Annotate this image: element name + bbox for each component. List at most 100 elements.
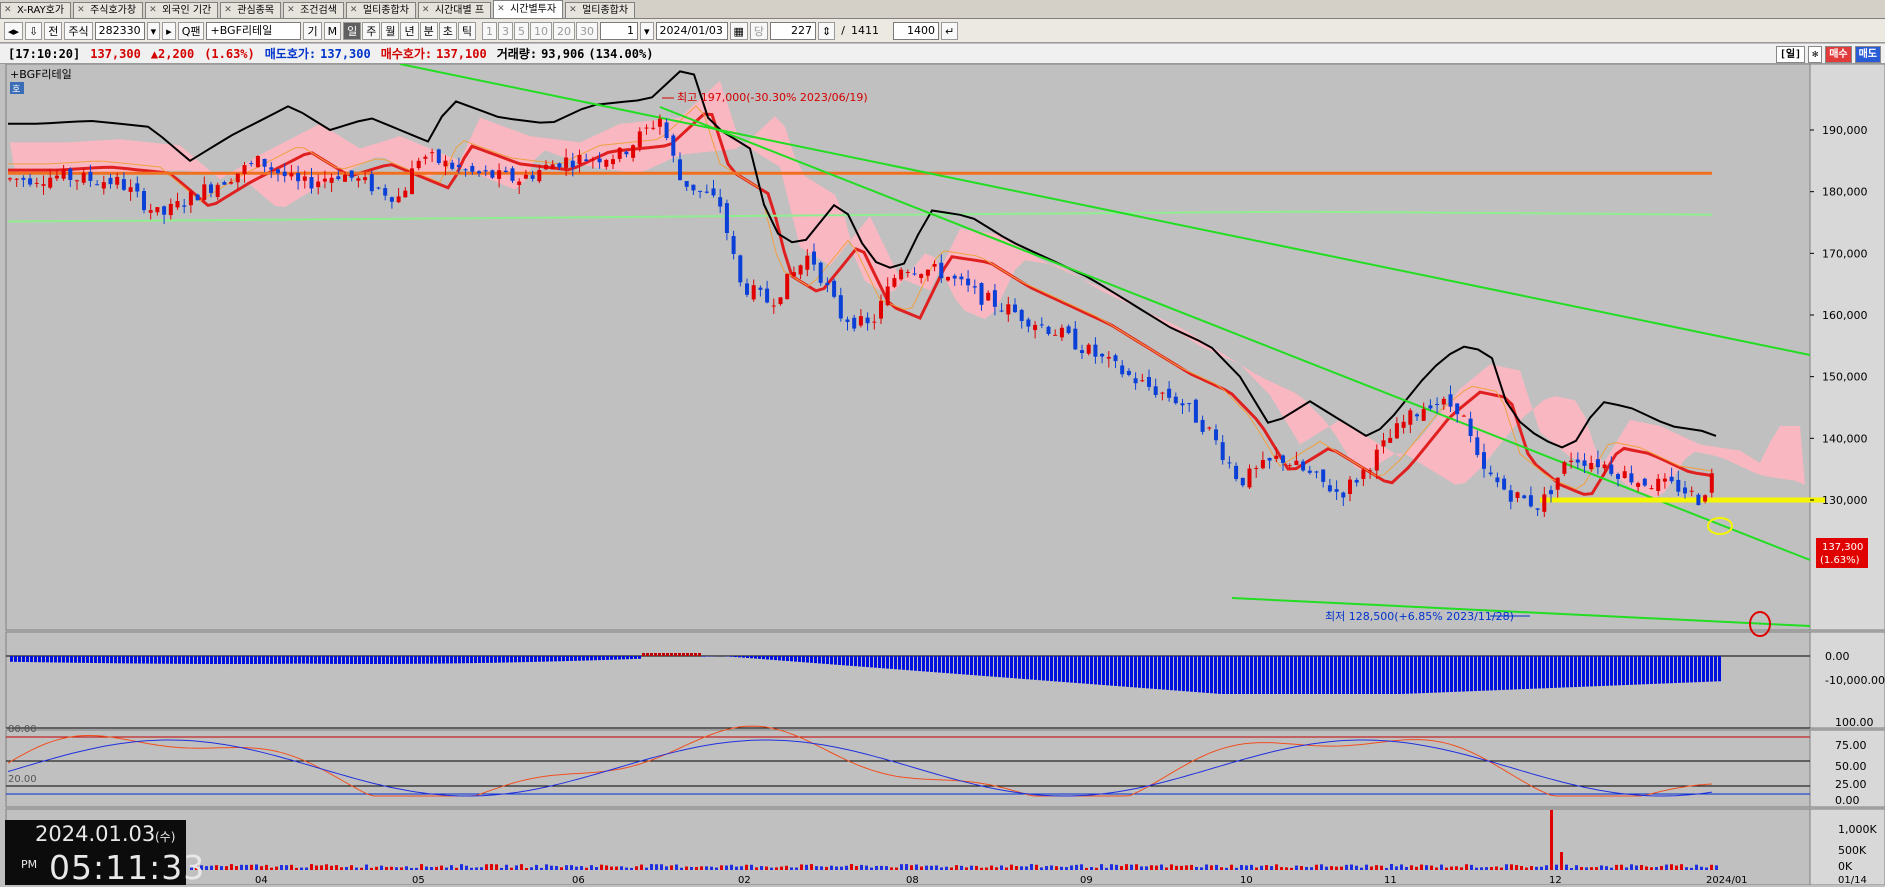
tab-4[interactable]: ✕조건검색 [283, 2, 344, 18]
tab-5[interactable]: ✕멀티종합차 [346, 2, 416, 18]
tab-close-icon[interactable]: ✕ [4, 3, 12, 18]
candle-body [15, 179, 19, 180]
candle-body [1482, 452, 1486, 469]
minute-0[interactable]: 1 [482, 22, 497, 40]
volume-bar [310, 864, 313, 870]
macd-bar [538, 656, 541, 662]
volume-bar [955, 865, 958, 870]
tab-8[interactable]: ✕멀티종합차 [565, 2, 635, 18]
buy-button[interactable]: 매수 [1825, 46, 1851, 63]
volume-bar [225, 866, 228, 870]
tab-close-icon[interactable]: ✕ [287, 3, 295, 18]
volume-bar [475, 867, 478, 870]
btn-gi[interactable]: 기 [303, 22, 321, 40]
volume-bar [1505, 864, 1508, 870]
candle-body [872, 322, 876, 323]
macd-bar [550, 656, 553, 661]
volume-bar [1625, 867, 1628, 870]
macd-bar [554, 656, 557, 661]
stock-name-field[interactable]: +BGF리테일 [206, 22, 301, 40]
candle-body [712, 188, 716, 195]
tab-close-icon[interactable]: ✕ [224, 3, 232, 18]
tab-close-icon[interactable]: ✕ [497, 1, 505, 18]
apply-icon[interactable]: ↵ [941, 22, 958, 40]
btn-m[interactable]: M [324, 22, 342, 40]
tab-3[interactable]: ✕관심종목 [220, 2, 281, 18]
volume-bar [250, 865, 253, 870]
macd-bar [1446, 656, 1449, 692]
chart-toolbar: ◂▸ ⇩ 전 주식 282330 ▾ ▸ Q팬 +BGF리테일 기 M 일주월년… [0, 19, 1885, 43]
chart-area[interactable]: 190,000180,000170,000160,000150,000140,0… [0, 64, 1885, 885]
volume-bar [1420, 865, 1423, 870]
macd-bar [254, 656, 257, 664]
candle-body [1194, 400, 1198, 423]
volume-bar [1550, 810, 1553, 870]
btn-dang[interactable]: 당 [750, 22, 768, 40]
tab-close-icon[interactable]: ✕ [149, 3, 157, 18]
btn-jeon[interactable]: 전 [44, 22, 62, 40]
volume-bar [215, 865, 218, 870]
stock-code-input[interactable]: 282330 [95, 22, 145, 40]
search-button[interactable]: Q팬 [178, 22, 205, 40]
tab-close-icon[interactable]: ✕ [569, 3, 577, 18]
minute-5[interactable]: 30 [576, 22, 598, 40]
calendar-icon[interactable]: ▦ [730, 22, 748, 40]
volume-bar [380, 866, 383, 870]
tab-close-icon[interactable]: ✕ [350, 3, 358, 18]
volume-bar [1665, 865, 1668, 870]
period-2[interactable]: 월 [381, 22, 399, 40]
macd-bar [1042, 656, 1045, 680]
period-4[interactable]: 분 [420, 22, 438, 40]
date-input[interactable]: 2024/01/03 [656, 22, 728, 40]
settings-icon[interactable]: ✻ [1808, 46, 1822, 63]
sell-button[interactable]: 매도 [1855, 46, 1881, 63]
interval-input[interactable]: 1 [600, 22, 638, 40]
volume-bar [375, 867, 378, 870]
minute-2[interactable]: 5 [514, 22, 529, 40]
period-5[interactable]: 초 [439, 22, 457, 40]
tab-0[interactable]: ✕X-RAY호가 [0, 2, 71, 18]
macd-bar [1630, 656, 1633, 685]
tab-7[interactable]: ✕시간별투자 [493, 0, 563, 18]
market-select[interactable]: 주식 [64, 22, 92, 40]
minute-4[interactable]: 20 [553, 22, 575, 40]
count-spinner-icon[interactable]: ⇕ [818, 22, 835, 40]
day-button[interactable]: [일] [1776, 46, 1805, 63]
macd-bar [730, 656, 733, 657]
next-icon[interactable]: ▸ [162, 22, 176, 40]
candle-body [95, 184, 99, 185]
candle-body [504, 171, 508, 172]
volume-bar [1595, 867, 1598, 870]
candle-body [939, 263, 943, 278]
candle-body [892, 278, 896, 287]
macd-bar [642, 653, 645, 656]
period-3[interactable]: 년 [400, 22, 418, 40]
candle-body [1650, 488, 1654, 489]
volume-bar [765, 867, 768, 870]
chart-menu-icon[interactable]: ◂▸ [4, 22, 23, 40]
minute-1[interactable]: 3 [498, 22, 513, 40]
macd-bar [746, 656, 749, 658]
period-1[interactable]: 주 [362, 22, 380, 40]
macd-bar [938, 656, 941, 673]
volume-bar [770, 868, 773, 870]
macd-bar [26, 656, 29, 662]
minute-3[interactable]: 10 [530, 22, 552, 40]
tab-1[interactable]: ✕주식호가창 [73, 2, 143, 18]
interval-dropdown-icon[interactable]: ▾ [640, 22, 654, 40]
tab-close-icon[interactable]: ✕ [77, 3, 85, 18]
period-6[interactable]: 틱 [458, 22, 476, 40]
volume-bar [410, 868, 413, 870]
period-0[interactable]: 일 [343, 22, 361, 40]
save-icon[interactable]: ⇩ [25, 22, 42, 40]
volume-bar [470, 868, 473, 870]
tab-close-icon[interactable]: ✕ [422, 3, 430, 18]
tab-6[interactable]: ✕시간대별 프 [418, 2, 491, 18]
macd-bar [1646, 656, 1649, 684]
count-input[interactable]: 227 [770, 22, 816, 40]
view-count-input[interactable]: 1400 [893, 22, 939, 40]
volume-bar [1545, 865, 1548, 870]
code-dropdown-icon[interactable]: ▾ [147, 22, 161, 40]
tab-2[interactable]: ✕외국인 기간 [145, 2, 218, 18]
volume-bar [1010, 865, 1013, 870]
